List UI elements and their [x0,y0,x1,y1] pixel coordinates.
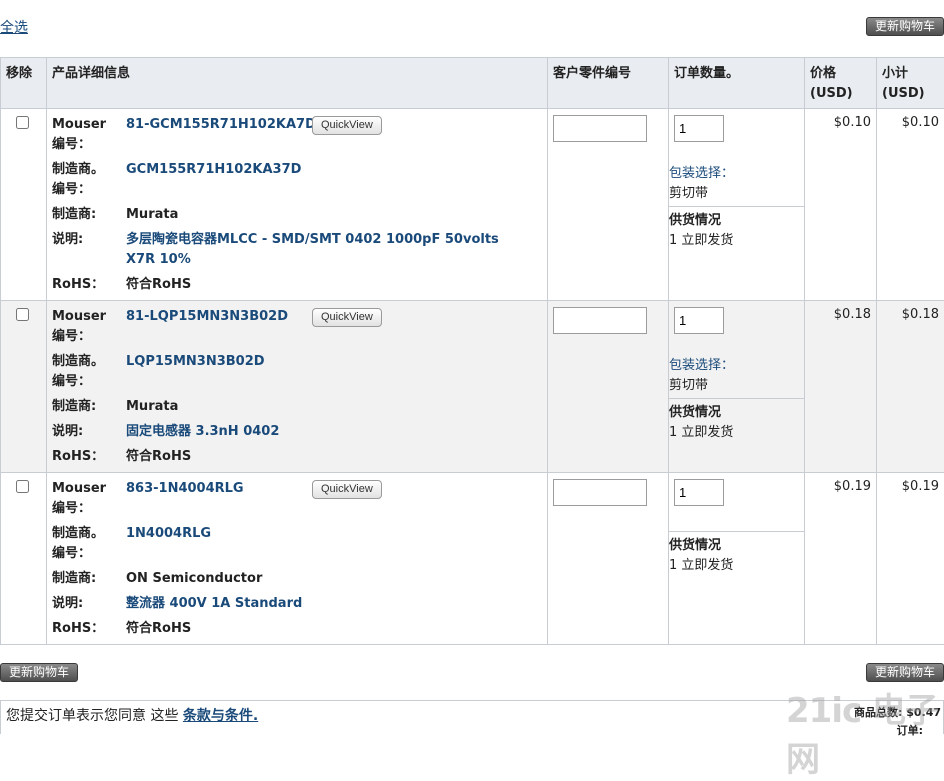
mfr-no-link[interactable]: LQP15MN3N3B02D [126,352,526,392]
mfr-no-link[interactable]: GCM155R71H102KA37D [126,160,526,200]
desc-link[interactable]: 固定电感器 3.3nH 0402 [126,422,526,442]
availability-value: 1 立即发货 [669,231,804,251]
desc-label: 说明: [52,230,126,270]
remove-checkbox[interactable] [16,116,29,129]
customer-part-input[interactable] [553,307,647,334]
desc-label: 说明: [52,422,126,442]
availability-label: 供货情况 [669,211,804,231]
customer-part-input[interactable] [553,115,647,142]
quickview-button[interactable]: QuickView [312,480,382,499]
subtotal-cell: $0.19 [877,473,944,645]
mfr-no-label: 制造商。 编号： [52,524,126,564]
packaging-link[interactable]: 包装选择： [669,356,804,376]
availability-value: 1 立即发货 [669,556,804,576]
table-header-row: 移除 产品详细信息 客户零件编号 订单数量。 价格 (USD) 小计 (USD) [1,58,944,109]
quantity-input[interactable] [674,115,724,142]
terms-statement: 您提交订单表示您同意 这些 条款与条件. [6,705,258,725]
update-cart-button-bottom-right[interactable]: 更新购物车 [866,663,944,682]
mfr-no-label: 制造商。 编号： [52,160,126,200]
table-row: Mouser 编号：863-1N4004RLG 制造商。 编号：1N4004RL… [1,473,944,645]
cart-table: 移除 产品详细信息 客户零件编号 订单数量。 价格 (USD) 小计 (USD)… [0,57,944,645]
mfr-value: Murata [126,205,526,225]
price-cell: $0.10 [805,109,877,301]
availability-label: 供货情况 [669,536,804,556]
col-subtotal-header: 小计 (USD) [877,58,944,109]
subtotal-cell: $0.18 [877,301,944,473]
terms-text: 您提交订单表示您同意 这些 [6,708,183,724]
desc-label: 说明: [52,594,126,614]
mfr-label: 制造商: [52,569,126,589]
subtotal-cell: $0.10 [877,109,944,301]
rohs-label: RoHS： [52,275,126,295]
rohs-value: 符合RoHS [126,447,526,467]
quantity-input[interactable] [674,479,724,506]
col-remove-header: 移除 [1,58,47,109]
remove-checkbox[interactable] [16,308,29,321]
mouser-no-label: Mouser 编号： [52,115,126,155]
select-all-link[interactable]: 全选 [0,17,28,37]
mfr-no-link[interactable]: 1N4004RLG [126,524,526,564]
col-order-qty-header: 订单数量。 [669,58,805,109]
remove-checkbox[interactable] [16,480,29,493]
desc-link[interactable]: 多层陶瓷电容器MLCC - SMD/SMT 0402 1000pF 50volt… [126,230,526,270]
mfr-value: Murata [126,397,526,417]
terms-link[interactable]: 条款与条件. [183,708,258,724]
packaging-value: 剪切带 [669,376,804,396]
mouser-no-label: Mouser 编号： [52,307,126,347]
table-row: Mouser 编号：81-LQP15MN3N3B02D 制造商。 编号：LQP1… [1,301,944,473]
mfr-label: 制造商: [52,205,126,225]
availability-value: 1 立即发货 [669,423,804,443]
mfr-label: 制造商: [52,397,126,417]
update-cart-button-bottom-left[interactable]: 更新购物车 [0,663,78,682]
availability-label: 供货情况 [669,403,804,423]
rohs-label: RoHS： [52,447,126,467]
col-customer-part-header: 客户零件编号 [548,58,669,109]
quickview-button[interactable]: QuickView [312,308,382,327]
update-cart-button-top[interactable]: 更新购物车 [866,17,944,36]
desc-link[interactable]: 整流器 400V 1A Standard [126,594,526,614]
quantity-input[interactable] [674,307,724,334]
rohs-value: 符合RoHS [126,619,526,639]
col-price-header: 价格 (USD) [805,58,877,109]
table-row: Mouser 编号：81-GCM155R71H102KA7D 制造商。 编号：G… [1,109,944,301]
mouser-no-label: Mouser 编号： [52,479,126,519]
customer-part-input[interactable] [553,479,647,506]
mfr-value: ON Semiconductor [126,569,526,589]
packaging-value: 剪切带 [669,184,804,204]
col-details-header: 产品详细信息 [47,58,548,109]
mfr-no-label: 制造商。 编号： [52,352,126,392]
rohs-value: 符合RoHS [126,275,526,295]
packaging-link[interactable]: 包装选择： [669,164,804,184]
quickview-button[interactable]: QuickView [312,116,382,135]
price-cell: $0.19 [805,473,877,645]
rohs-label: RoHS： [52,619,126,639]
watermark-logo: 21ic 电子网 [786,683,944,781]
price-cell: $0.18 [805,301,877,473]
